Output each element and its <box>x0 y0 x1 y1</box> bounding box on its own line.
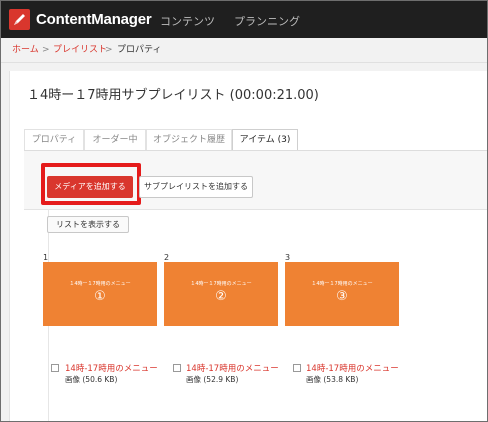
breadcrumb-home[interactable]: ホーム <box>12 38 39 62</box>
item-title-link[interactable]: 14時-17時用のメニュー <box>306 362 399 374</box>
thumbnail-label: １4時ー１7時用のメニュー <box>311 281 373 287</box>
breadcrumb-separator: > <box>105 45 113 55</box>
tab-items[interactable]: アイテム (3) <box>232 129 298 151</box>
tab-ordering[interactable]: オーダー中 <box>84 129 146 150</box>
item-checkbox[interactable] <box>51 364 59 372</box>
nav-contents[interactable]: コンテンツ <box>160 13 215 29</box>
thumbnail-label: １4時ー１7時用のメニュー <box>69 281 131 287</box>
breadcrumb: ホーム > プレイリスト > プロパティ <box>1 38 487 63</box>
item-checkbox[interactable] <box>293 364 301 372</box>
breadcrumb-separator: > <box>42 45 50 55</box>
page-title: １4時ー１7時用サブプレイリスト (00:00:21.00) <box>27 88 319 103</box>
item-number: 3 <box>285 253 291 262</box>
item-checkbox[interactable] <box>173 364 181 372</box>
item-meta: 画像 (50.6 KB) <box>65 375 118 384</box>
thumbnail-number: ③ <box>336 289 348 304</box>
brand-name[interactable]: ContentManager <box>36 11 152 28</box>
top-bar: ContentManager コンテンツ プランニング <box>1 1 487 38</box>
item-thumbnail[interactable]: １4時ー１7時用のメニュー ③ <box>285 262 399 326</box>
item-thumbnail[interactable]: １4時ー１7時用のメニュー ① <box>43 262 157 326</box>
app-window: ContentManager コンテンツ プランニング ホーム > プレイリスト… <box>0 0 488 422</box>
thumbnail-label: １4時ー１7時用のメニュー <box>190 281 252 287</box>
brand-logo-icon[interactable] <box>9 9 30 30</box>
item-title-link[interactable]: 14時-17時用のメニュー <box>186 362 279 374</box>
item-number: 2 <box>164 253 170 262</box>
item-meta: 画像 (53.8 KB) <box>306 375 359 384</box>
show-list-button[interactable]: リストを表示する <box>47 216 129 233</box>
item-title-link[interactable]: 14時-17時用のメニュー <box>65 362 158 374</box>
tab-properties[interactable]: プロパティ <box>24 129 84 150</box>
item-number: 1 <box>43 253 49 262</box>
breadcrumb-playlist[interactable]: プレイリスト <box>53 38 107 62</box>
thumbnail-number: ① <box>94 289 106 304</box>
tab-object-history[interactable]: オブジェクト履歴 <box>146 129 232 150</box>
nav-planning[interactable]: プランニング <box>234 13 300 29</box>
thumbnail-number: ② <box>215 289 227 304</box>
add-media-button[interactable]: メディアを追加する <box>47 176 133 198</box>
item-meta: 画像 (52.9 KB) <box>186 375 239 384</box>
content-panel: １4時ー１7時用サブプレイリスト (00:00:21.00) プロパティ オーダ… <box>9 71 487 421</box>
add-subplaylist-button[interactable]: サブプレイリストを追加する <box>139 176 253 198</box>
breadcrumb-current: プロパティ <box>117 45 162 55</box>
item-thumbnail[interactable]: １4時ー１7時用のメニュー ② <box>164 262 278 326</box>
toolbar: メディアを追加する サブプレイリストを追加する <box>24 151 487 210</box>
